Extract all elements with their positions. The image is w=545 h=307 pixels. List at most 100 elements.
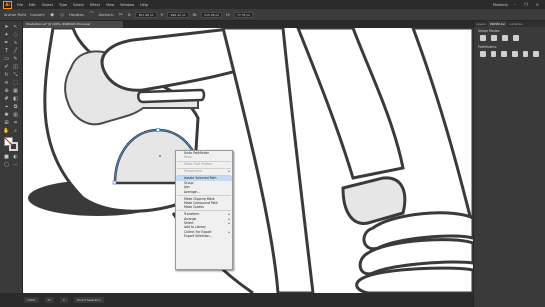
menu-effect[interactable]: Effect: [87, 3, 103, 7]
menu-type[interactable]: Type: [56, 3, 70, 7]
magic-wand-icon[interactable]: ✦: [3, 32, 10, 38]
menu-item-label: Redo: [184, 155, 192, 160]
center-point: [159, 155, 161, 157]
eraser-icon[interactable]: ◫: [12, 64, 19, 70]
grey-block-shape: [341, 176, 407, 225]
lasso-icon[interactable]: ◌: [12, 32, 19, 38]
anchor-point-1: [112, 180, 117, 185]
close-button[interactable]: ✕: [534, 2, 541, 7]
perspective-grid-icon[interactable]: ▦: [12, 88, 19, 94]
exclude-icon[interactable]: [513, 35, 519, 41]
document-tab[interactable]: Illustration.ai* @ 100% (RGB/GPU Preview…: [23, 21, 123, 28]
crop-icon[interactable]: [512, 51, 518, 57]
menu-item-label: Isolate Selected Path: [184, 176, 217, 181]
type-tool-icon[interactable]: T: [3, 48, 10, 54]
outline-icon[interactable]: [522, 51, 529, 57]
merge-icon[interactable]: [501, 51, 508, 57]
workspace-switcher[interactable]: Painterly: [493, 3, 508, 7]
color-mode-icon[interactable]: ■: [3, 154, 10, 160]
convert-corner-icon[interactable]: ◆: [49, 12, 55, 18]
y-field[interactable]: 996.12 px: [167, 11, 189, 18]
draw-mode-icon[interactable]: ◐: [12, 154, 19, 160]
artboard-tool-icon[interactable]: ⊞: [3, 120, 10, 126]
width-tool-icon[interactable]: ≋: [3, 80, 10, 86]
control-bar: Anchor Point Convert: ◆ ◇ Handles: ⌒ Anc…: [0, 9, 545, 21]
menu-file[interactable]: File: [14, 3, 26, 7]
curvature-tool-icon[interactable]: ∿: [12, 40, 19, 46]
tab-pathfinder[interactable]: Pathfinder: [487, 21, 508, 27]
menu-object[interactable]: Object: [39, 3, 56, 7]
eyedropper-icon[interactable]: ⌖: [3, 104, 10, 110]
hand-tool-icon[interactable]: ✋: [3, 128, 10, 134]
free-transform-icon[interactable]: ⬚: [12, 80, 19, 86]
menu-window[interactable]: Window: [117, 3, 137, 7]
unite-icon[interactable]: [480, 35, 486, 41]
menu-item-label: Join: [184, 185, 190, 190]
h-field[interactable]: 77.35 px: [233, 11, 254, 18]
paintbrush-icon[interactable]: ✎: [12, 56, 19, 62]
minus-front-icon[interactable]: [491, 35, 497, 41]
menu-help[interactable]: Help: [137, 3, 151, 7]
blend-tool-icon[interactable]: ⧉: [12, 104, 19, 110]
menu-item-label: Make Clipping Mask: [184, 196, 215, 201]
context-menu-item-make-pixel-perfect: Make Pixel Perfect: [176, 162, 232, 166]
graph-tool-icon[interactable]: ▥: [12, 112, 19, 118]
divide-icon[interactable]: [480, 51, 486, 57]
menu-item-label: Undo Pathfinder: [184, 151, 209, 155]
menu-item-label: Add to Library: [184, 225, 206, 230]
minus-back-icon[interactable]: [533, 51, 540, 57]
canvas-area[interactable]: [23, 28, 473, 293]
context-menu-item-average[interactable]: Average...: [176, 190, 232, 194]
w-field[interactable]: 115.06 px: [201, 11, 223, 18]
current-tool-label[interactable]: Direct Selection: [73, 297, 104, 303]
tab-libraries[interactable]: Libraries: [507, 21, 524, 27]
minimize-button[interactable]: –: [512, 2, 518, 7]
menu-edit[interactable]: Edit: [26, 3, 39, 7]
context-menu-item-redo: Redo: [176, 155, 232, 159]
rotate-tool-icon[interactable]: ↻: [3, 72, 10, 78]
menubar-right: Painterly – ❐ ✕: [493, 2, 545, 7]
handles-label: Handles:: [69, 12, 85, 17]
shaper-tool-icon[interactable]: ✐: [3, 64, 10, 70]
menu-item-label: Make Guides: [184, 205, 204, 210]
x-field[interactable]: 301.48 px: [135, 11, 157, 18]
tab-layers[interactable]: Layers: [474, 21, 488, 27]
zoom-tool-icon[interactable]: ⌕: [12, 128, 19, 134]
pen-tool-icon[interactable]: ✒: [3, 40, 10, 46]
context-menu-item-export-selection[interactable]: Export Selection...: [176, 234, 232, 238]
menu-item-label: Arrange: [184, 216, 197, 221]
convert-label: Convert:: [30, 12, 46, 17]
direct-selection-tool-icon[interactable]: ↖: [12, 24, 19, 30]
shape-modes-row: [474, 34, 545, 43]
h-label: H:: [226, 12, 230, 17]
trim-icon[interactable]: [490, 51, 497, 57]
intersect-icon[interactable]: [502, 35, 508, 41]
w-label: W:: [192, 12, 198, 17]
convert-smooth-icon[interactable]: ◇: [59, 12, 65, 18]
artwork: [23, 28, 473, 293]
none-swatch-icon[interactable]: [4, 137, 13, 146]
rotation-field[interactable]: 0°: [44, 297, 54, 303]
maximize-button[interactable]: ❐: [522, 2, 530, 7]
illustrator-window: Ai File Edit Object Type Select Effect V…: [0, 0, 545, 307]
selection-tool-icon[interactable]: ➤: [3, 24, 10, 30]
menu-select[interactable]: Select: [70, 3, 87, 7]
menu-item-label: Transform: [184, 212, 200, 217]
mesh-tool-icon[interactable]: #: [3, 96, 10, 102]
screen-mode-icon[interactable]: ▢: [3, 162, 10, 168]
rectangle-tool-icon[interactable]: ▭: [3, 56, 10, 62]
remove-anchor-icon[interactable]: ✂: [118, 12, 124, 18]
gradient-tool-icon[interactable]: ◧: [12, 96, 19, 102]
zoom-level[interactable]: 100%: [24, 297, 39, 303]
artboard-number[interactable]: 1: [60, 297, 68, 303]
show-handles-icon[interactable]: ⌒: [89, 12, 95, 18]
tools-panel: ➤ ↖ ✦ ◌ ✒ ∿ T ╱ ▭ ✎ ✐ ◫ ↻ ⤡ ≋ ⬚ ⊕ ▦ # ◧ …: [0, 21, 23, 300]
scale-tool-icon[interactable]: ⤡: [12, 72, 19, 78]
shape-builder-icon[interactable]: ⊕: [3, 88, 10, 94]
context-menu-item-make-guides[interactable]: Make Guides: [176, 205, 232, 209]
edit-toolbar-icon[interactable]: ⋯: [12, 162, 19, 168]
menu-view[interactable]: View: [103, 3, 117, 7]
symbol-sprayer-icon[interactable]: ✺: [3, 112, 10, 118]
line-tool-icon[interactable]: ╱: [12, 48, 19, 54]
slice-tool-icon[interactable]: ⌗: [12, 120, 19, 126]
